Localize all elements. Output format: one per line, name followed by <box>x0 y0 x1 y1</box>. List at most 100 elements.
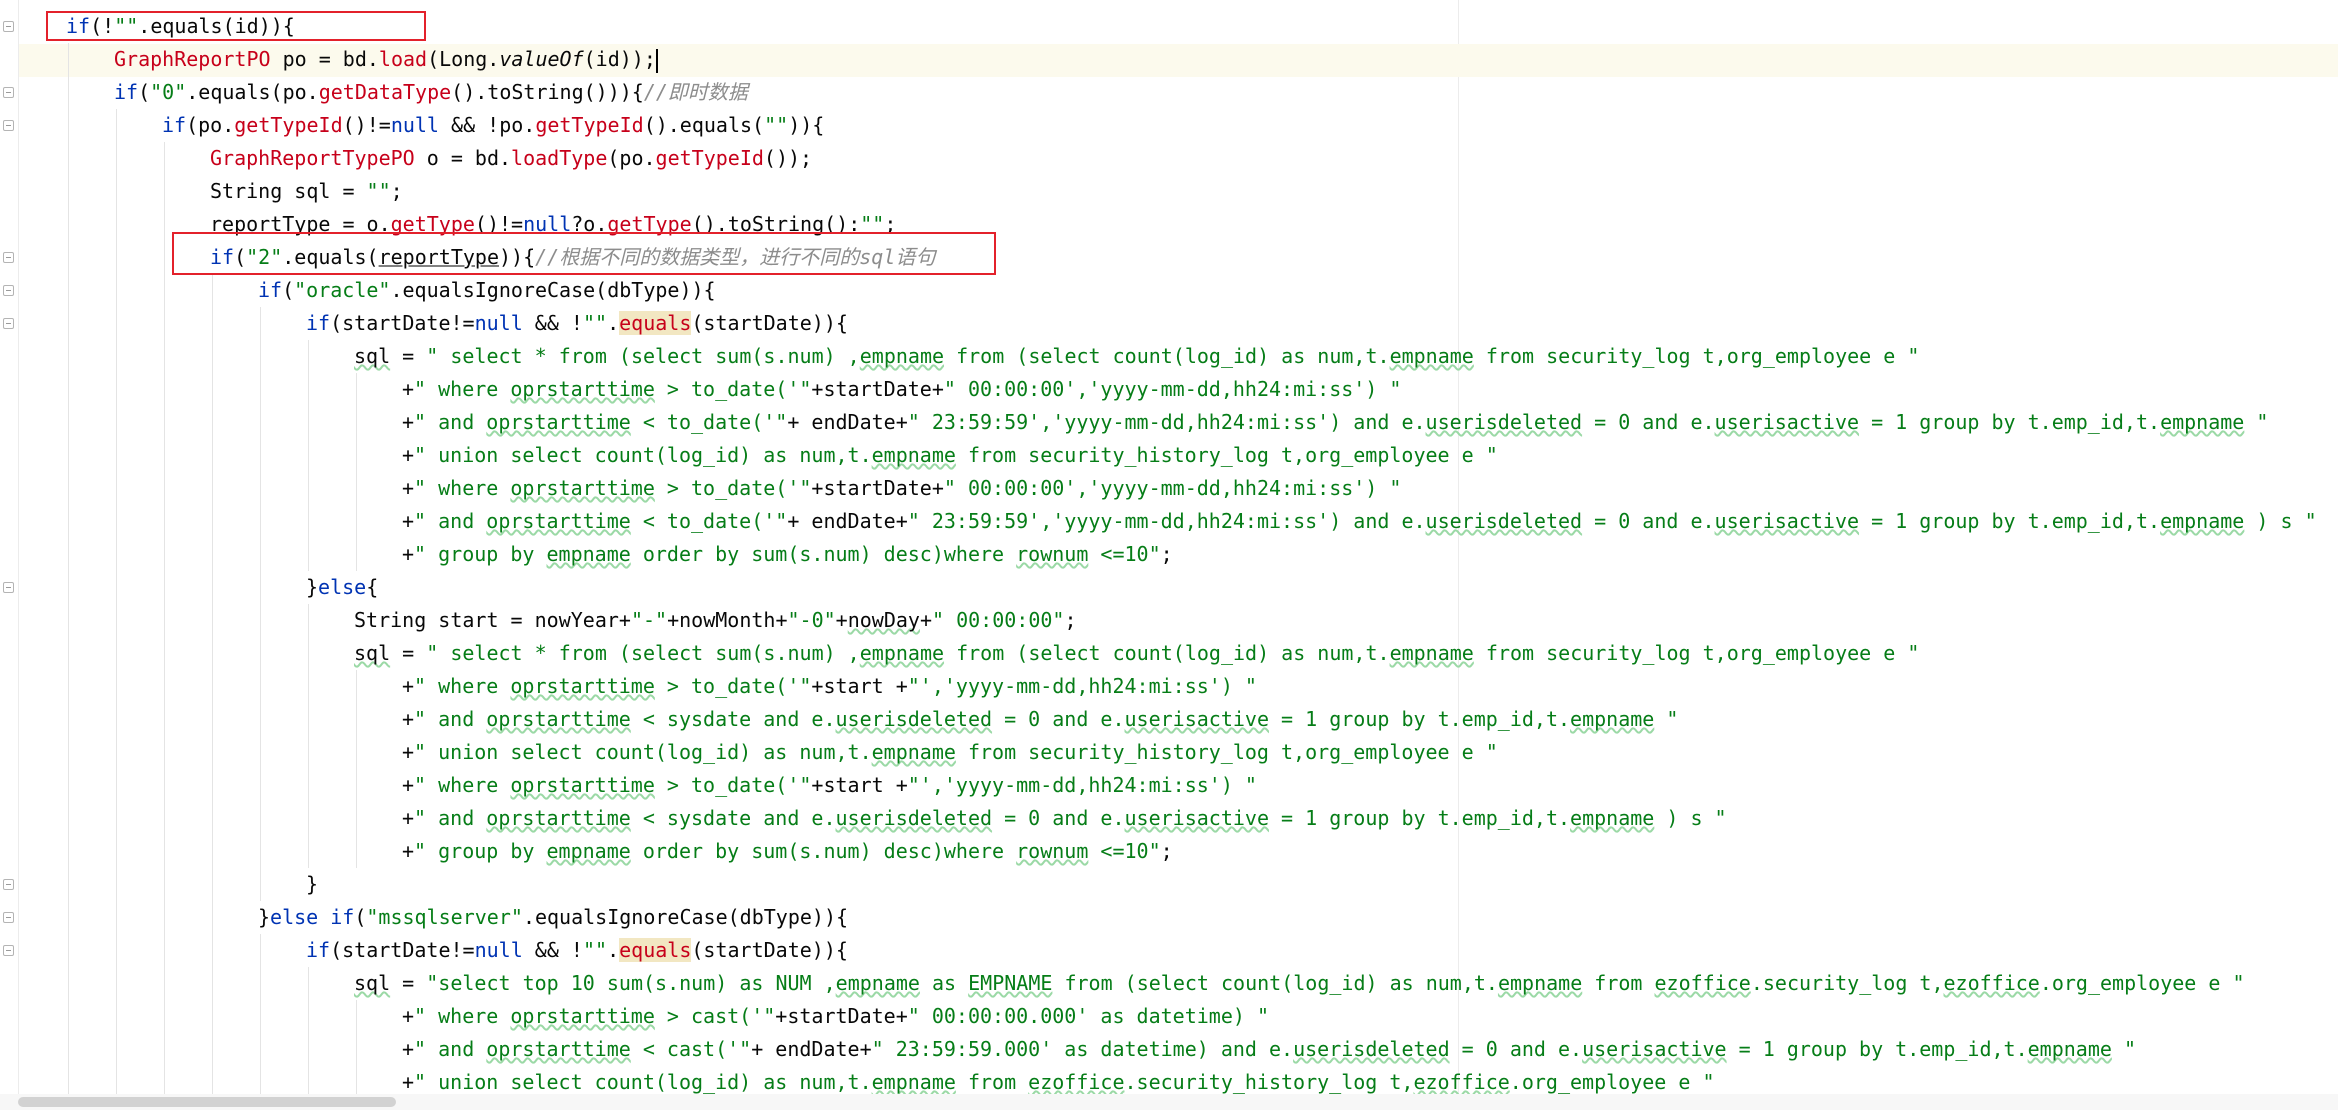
code-token: " union select count(log_id) as num,t. <box>414 740 872 764</box>
indent-guide <box>356 670 357 868</box>
code-token: ezoffice <box>1654 971 1751 995</box>
code-line[interactable]: String sql = ""; <box>210 175 403 208</box>
fold-icon[interactable] <box>3 21 14 32</box>
code-line[interactable]: GraphReportPO po = bd.load(Long.valueOf(… <box>114 43 658 76</box>
code-token: empname <box>1389 344 1474 368</box>
indent-guide <box>260 307 261 901</box>
code-line[interactable]: } <box>306 868 318 901</box>
code-token: from security_log t,org_employee e " <box>1473 344 1920 368</box>
code-token: ()!= <box>342 113 391 137</box>
code-line[interactable]: GraphReportTypePO o = bd.loadType(po.get… <box>210 142 812 175</box>
code-token: = 1 group by t.emp_id,t. <box>1859 509 2161 533</box>
code-line[interactable]: +" and oprstarttime < sysdate and e.user… <box>402 703 1678 736</box>
code-token: > to_date('" <box>654 674 812 698</box>
code-token: ()); <box>763 146 813 170</box>
code-token: = 1 group by t.emp_id,t. <box>1269 707 1571 731</box>
code-line[interactable]: sql = " select * from (select sum(s.num)… <box>354 637 1919 670</box>
code-token: oprstarttime <box>510 773 655 797</box>
code-editor[interactable]: if(!"".equals(id)){GraphReportPO po = bd… <box>0 0 2338 1110</box>
fold-icon[interactable] <box>3 318 14 329</box>
code-token: ().equals( <box>643 113 765 137</box>
code-line[interactable]: +" and oprstarttime < cast('"+ endDate+"… <box>402 1033 2136 1066</box>
code-line[interactable]: if(startDate!=null && !"".equals(startDa… <box>306 307 848 340</box>
code-token: " union select count(log_id) as num,t. <box>414 1070 872 1094</box>
code-line[interactable]: if(po.getTypeId()!=null && !po.getTypeId… <box>162 109 824 142</box>
code-token: )){ <box>788 113 825 137</box>
code-token: else <box>318 575 367 599</box>
code-token: userisdeleted <box>1425 410 1583 434</box>
code-token: "','yyyy-mm-dd,hh24:mi:ss') " <box>907 773 1257 797</box>
code-token: ezoffice <box>1413 1070 1510 1094</box>
code-token: null <box>390 113 439 137</box>
code-line[interactable]: +" where oprstarttime > to_date('"+start… <box>402 373 1401 406</box>
code-token: userisactive <box>1582 1037 1727 1061</box>
horizontal-scrollbar-thumb[interactable] <box>18 1097 396 1107</box>
code-token: String start = nowYear+ <box>354 608 631 632</box>
code-line[interactable]: if(startDate!=null && !"".equals(startDa… <box>306 934 848 967</box>
code-line[interactable]: +" and oprstarttime < sysdate and e.user… <box>402 802 1727 835</box>
code-line[interactable]: +" where oprstarttime > cast('"+startDat… <box>402 1000 1269 1033</box>
code-token: > to_date('" <box>654 773 812 797</box>
code-line[interactable]: +" where oprstarttime > to_date('"+start… <box>402 472 1401 505</box>
code-token: < sysdate and e. <box>630 806 836 830</box>
fold-icon[interactable] <box>3 912 14 923</box>
code-line[interactable]: +" where oprstarttime > to_date('"+start… <box>402 670 1257 703</box>
code-token: " <box>2111 1037 2136 1061</box>
fold-icon[interactable] <box>3 120 14 131</box>
code-token: ( <box>354 905 367 929</box>
code-line[interactable]: +" and oprstarttime < to_date('"+ endDat… <box>402 505 2317 538</box>
code-token: .equalsIgnoreCase(dbType)){ <box>390 278 716 302</box>
code-token: from security_log t,org_employee e " <box>1473 641 1920 665</box>
code-line[interactable]: }else if("mssqlserver".equalsIgnoreCase(… <box>258 901 848 934</box>
code-token: " group by <box>414 839 547 863</box>
fold-icon[interactable] <box>3 87 14 98</box>
code-line[interactable]: +" group by empname order by sum(s.num) … <box>402 538 1173 571</box>
code-token: .org_employee e " <box>2039 971 2245 995</box>
code-line[interactable]: }else{ <box>306 571 378 604</box>
code-token: = <box>390 344 427 368</box>
code-token: + <box>402 1004 415 1028</box>
code-token: null <box>474 938 523 962</box>
code-line[interactable]: +" union select count(log_id) as num,t.e… <box>402 439 1498 472</box>
code-line[interactable]: if("0".equals(po.getDataType().toString(… <box>114 76 748 109</box>
fold-icon[interactable] <box>3 945 14 956</box>
code-token: "','yyyy-mm-dd,hh24:mi:ss') " <box>907 674 1257 698</box>
code-line[interactable]: +" union select count(log_id) as num,t.e… <box>402 736 1498 769</box>
code-line[interactable]: sql = "select top 10 sum(s.num) as NUM ,… <box>354 967 2245 1000</box>
code-token: ( <box>138 80 151 104</box>
fold-icon[interactable] <box>3 879 14 890</box>
fold-icon[interactable] <box>3 285 14 296</box>
code-token: rownum <box>1016 542 1089 566</box>
code-token: sql <box>354 641 391 665</box>
code-token: > to_date('" <box>654 377 812 401</box>
code-token: oprstarttime <box>486 509 631 533</box>
code-token: from (select count(log_id) as num,t. <box>1052 971 1498 995</box>
code-token: > cast('" <box>654 1004 776 1028</box>
code-line[interactable]: if("oracle".equalsIgnoreCase(dbType)){ <box>258 274 716 307</box>
code-token: " 00:00:00" <box>932 608 1065 632</box>
code-token: ().toString())){ <box>451 80 644 104</box>
fold-icon[interactable] <box>3 252 14 263</box>
code-token: + <box>402 1070 415 1094</box>
code-line[interactable]: sql = " select * from (select sum(s.num)… <box>354 340 1919 373</box>
code-token: oprstarttime <box>486 707 631 731</box>
code-token: && !po. <box>438 113 536 137</box>
code-token: } <box>258 905 271 929</box>
code-token: getTypeId <box>655 146 764 170</box>
code-token: empname <box>1570 707 1655 731</box>
code-line[interactable]: String start = nowYear+"-"+nowMonth+"-0"… <box>354 604 1077 637</box>
code-token: < to_date('" <box>630 509 788 533</box>
fold-icon[interactable] <box>3 582 14 593</box>
code-token: " and <box>414 806 487 830</box>
code-token: from security_history_log t,org_employee… <box>955 443 1498 467</box>
indent-guide <box>308 340 309 571</box>
code-token: ; <box>1160 839 1173 863</box>
code-line[interactable]: +" group by empname order by sum(s.num) … <box>402 835 1173 868</box>
code-line[interactable]: +" where oprstarttime > to_date('"+start… <box>402 769 1257 802</box>
code-token: if <box>162 113 187 137</box>
code-line[interactable]: +" and oprstarttime < to_date('"+ endDat… <box>402 406 2268 439</box>
code-token: empname <box>859 641 945 665</box>
code-token: +startDate+ <box>811 377 944 401</box>
code-token: + <box>402 707 415 731</box>
code-token: < sysdate and e. <box>630 707 836 731</box>
